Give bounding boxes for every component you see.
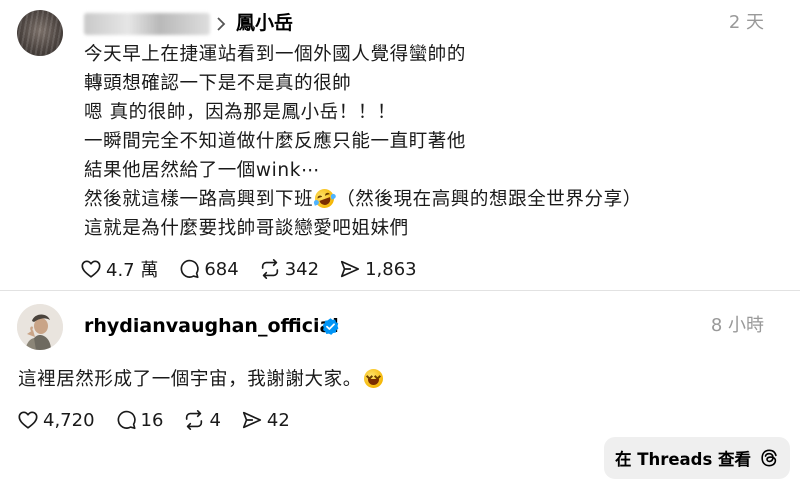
- repost-button[interactable]: 342: [259, 258, 319, 280]
- rolling-on-floor-laughing-emoji-icon: [312, 186, 337, 211]
- repost-count: 342: [284, 258, 320, 280]
- reply-post-1: 鳳小岳 2 天 今天早上在捷運站看到一個外國人覺得蠻帥的 轉頭想確認一下是不是真…: [0, 0, 800, 290]
- reply-count: 684: [204, 258, 239, 280]
- comment-icon: [117, 410, 136, 430]
- post-line: 今天早上在捷運站看到一個外國人覺得蠻帥的: [84, 44, 467, 65]
- comment-icon: [180, 259, 200, 279]
- view-on-threads-button[interactable]: 在 Threads 查看: [604, 437, 790, 479]
- author-name[interactable]: 鳳小岳: [236, 10, 293, 36]
- reply-count: 16: [140, 409, 164, 431]
- share-button[interactable]: 42: [241, 409, 290, 431]
- repost-count: 4: [209, 409, 221, 431]
- post-timestamp: 2 天: [728, 12, 764, 33]
- like-count: 4.7 萬: [106, 260, 159, 281]
- repost-icon: [186, 410, 203, 430]
- heart-icon: [18, 411, 38, 429]
- laughing-squinting-emoji-icon: [363, 369, 383, 388]
- avatar[interactable]: [17, 10, 63, 56]
- post-line: 這就是為什麼要找帥哥談戀愛吧姐妹們: [84, 218, 409, 239]
- send-icon: [341, 260, 360, 278]
- repost-icon: [261, 259, 278, 279]
- reply-button[interactable]: 16: [115, 409, 164, 431]
- repost-button[interactable]: 4: [183, 409, 221, 431]
- share-count: 1,863: [365, 258, 417, 280]
- post-line: 轉頭想確認一下是不是真的很帥: [84, 73, 352, 94]
- author-name[interactable]: rhydianvaughan_official: [84, 313, 339, 339]
- send-icon: [242, 411, 261, 429]
- heart-icon: [81, 260, 101, 278]
- post-body: 今天早上在捷運站看到一個外國人覺得蠻帥的 轉頭想確認一下是不是真的很帥 嗯 真的…: [84, 40, 642, 243]
- post-line-part: 然後就這樣一路高興到下班: [84, 189, 314, 210]
- view-on-threads-label: 在 Threads 查看: [614, 450, 752, 469]
- avatar[interactable]: [17, 304, 63, 350]
- threads-logo-icon: [761, 449, 777, 467]
- post-line: 一瞬間完全不知道做什麼反應只能一直盯著他: [84, 131, 467, 152]
- post-line: 然後就這樣一路高興到下班 （然後現在高興的想跟全世界分享）: [84, 185, 642, 214]
- share-count: 42: [266, 409, 290, 431]
- chevron-right-icon: [217, 17, 226, 31]
- post-text: 這裡居然形成了一個宇宙，我謝謝大家。: [18, 369, 362, 390]
- post-line: 結果他居然給了一個wink⋯: [84, 160, 321, 181]
- like-button[interactable]: 4,720: [17, 409, 95, 431]
- person-photo-icon: [17, 304, 63, 350]
- post-line: 這裡居然形成了一個宇宙，我謝謝大家。: [18, 365, 385, 394]
- reply-button[interactable]: 684: [178, 258, 239, 280]
- like-count: 4,720: [43, 409, 95, 431]
- post-timestamp: 8 小時: [710, 315, 764, 336]
- share-button[interactable]: 1,863: [339, 258, 417, 280]
- post-actions: 4,720 16 4 42: [17, 409, 310, 431]
- verified-badge-icon: [322, 318, 339, 335]
- blurred-username: [84, 13, 210, 35]
- post-body: 這裡居然形成了一個宇宙，我謝謝大家。: [18, 365, 385, 394]
- post-actions: 4.7 萬 684 342 1,863: [80, 256, 437, 282]
- post-line: 嗯 真的很帥，因為那是鳳小岳！！！: [84, 102, 397, 123]
- post-line-part: （然後現在高興的想跟全世界分享）: [336, 189, 642, 210]
- like-button[interactable]: 4.7 萬: [80, 256, 158, 282]
